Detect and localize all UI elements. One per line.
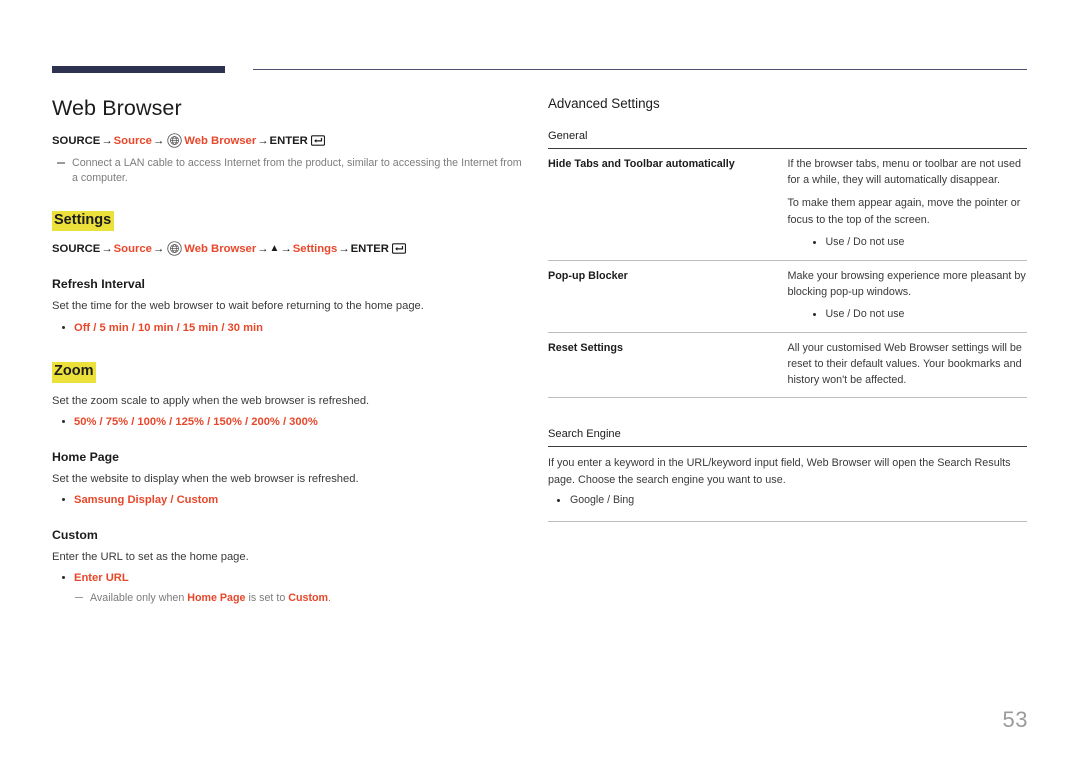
note-prefix: Available only when [90, 591, 188, 604]
table-bottom-rule [548, 397, 1027, 399]
path-source: SOURCE [52, 243, 101, 256]
path-web-browser: Web Browser [184, 135, 257, 147]
options-zoom: 50% / 75% / 100% / 125% / 150% / 200% / … [52, 414, 522, 431]
enter-key-icon [310, 135, 325, 146]
text-refresh-interval: Set the time for the web browser to wait… [52, 300, 424, 313]
path-source-red: Source [113, 243, 152, 256]
path-settings: Settings [292, 243, 338, 256]
text-custom: Enter the URL to set as the home page. [52, 550, 249, 563]
enter-key-icon [391, 243, 406, 255]
header-bar-thick [52, 66, 225, 73]
arrow-glyph: → [101, 243, 113, 256]
table-row: Hide Tabs and Toolbar automatically If t… [548, 149, 1027, 260]
row-description: All your customised Web Browser settings… [787, 331, 1027, 398]
row-name: Pop-up Blocker [548, 259, 788, 333]
option-item[interactable]: Use / Do not use [812, 307, 1028, 323]
search-engine-block: Search Engine If you enter a keyword in … [548, 428, 1027, 522]
row-description: If the browser tabs, menu or toolbar are… [788, 149, 1028, 260]
note-dash-icon [75, 596, 83, 599]
note-custom-availability: Available only when Home Page is set to … [74, 591, 522, 606]
right-column: Advanced Settings General Hide Tabs and … [548, 96, 1027, 522]
text-home-page: Set the website to display when the web … [52, 472, 359, 485]
option-item[interactable]: Google / Bing [557, 493, 1027, 509]
row-paragraph: Make your browsing experience more pleas… [787, 269, 1026, 298]
note-link-home-page: Home Page [187, 591, 246, 604]
arrow-glyph: → [280, 243, 292, 256]
options-custom: Enter URL [52, 570, 522, 587]
arrow-glyph: → [152, 243, 165, 256]
arrow-glyph: → [152, 135, 165, 147]
menu-path-settings: SOURCE→Source→ Web Browser→▲→Settings→ENT… [52, 241, 522, 258]
arrow-glyph: → [338, 243, 350, 256]
option-item[interactable]: Enter URL [62, 570, 522, 587]
option-item[interactable]: Off / 5 min / 10 min / 15 min / 30 min [62, 320, 522, 337]
arrow-glyph: → [257, 135, 269, 147]
search-bottom-rule [548, 520, 1027, 522]
row-paragraph: To make them appear again, move the poin… [787, 197, 1021, 226]
table-row: Pop-up Blocker Make your browsing experi… [548, 259, 1028, 333]
option-item[interactable]: Use / Do not use [812, 235, 1028, 251]
note-suffix: . [328, 591, 332, 604]
arrow-glyph: → [101, 135, 113, 147]
heading-advanced-settings: Advanced Settings [548, 96, 660, 111]
path-source: SOURCE [52, 135, 101, 147]
note-text: Connect a LAN cable to access Internet f… [72, 156, 522, 185]
row-paragraph: All your customised Web Browser settings… [787, 341, 1022, 387]
note-link-custom: Custom [288, 591, 329, 604]
page-number: 53 [1002, 707, 1028, 732]
header-rule-thin [253, 69, 1027, 70]
options-search-engine: Google / Bing [548, 493, 1027, 509]
zoom-heading-wrap: Zoom [52, 362, 522, 383]
options-refresh-interval: Off / 5 min / 10 min / 15 min / 30 min [52, 320, 522, 337]
text-zoom: Set the zoom scale to apply when the web… [52, 394, 370, 407]
globe-icon [167, 133, 182, 148]
note-middle: is set to [245, 591, 289, 604]
row-options: Use / Do not use [788, 235, 1028, 251]
row-name: Hide Tabs and Toolbar automatically [548, 158, 735, 170]
up-arrow-icon: ▲ [269, 243, 280, 255]
option-item[interactable]: 50% / 75% / 100% / 125% / 150% / 200% / … [62, 414, 522, 431]
row-description: Make your browsing experience more pleas… [787, 259, 1028, 333]
page-title: Web Browser [52, 96, 182, 120]
settings-heading-wrap: Settings [52, 211, 522, 232]
options-home-page: Samsung Display / Custom [52, 492, 522, 509]
path-enter: ENTER [269, 135, 308, 147]
heading-zoom: Zoom [52, 362, 97, 383]
heading-custom: Custom [52, 527, 98, 542]
path-source-red: Source [113, 135, 152, 147]
label-search-engine: Search Engine [548, 428, 621, 441]
path-web-browser: Web Browser [184, 243, 257, 256]
note-lan-cable: Connect a LAN cable to access Internet f… [56, 156, 522, 186]
text-search-engine: If you enter a keyword in the URL/keywor… [548, 457, 1011, 486]
manual-page: Web Browser SOURCE→Source→ Web Browser→EN… [0, 0, 1080, 763]
table-row: Reset Settings All your customised Web B… [548, 331, 1027, 398]
globe-icon [167, 241, 182, 257]
header-rules [52, 66, 1027, 76]
row-options: Use / Do not use [788, 307, 1028, 323]
note-dash-icon [57, 161, 65, 164]
path-enter: ENTER [350, 243, 389, 256]
left-column: Web Browser SOURCE→Source→ Web Browser→EN… [52, 96, 522, 606]
label-general: General [548, 130, 588, 142]
general-settings-table: Hide Tabs and Toolbar automatically If t… [548, 148, 1028, 399]
heading-settings: Settings [52, 211, 115, 232]
heading-refresh-interval: Refresh Interval [52, 277, 145, 292]
row-name: Reset Settings [548, 331, 788, 398]
option-item[interactable]: Samsung Display / Custom [62, 492, 522, 509]
menu-path-web-browser: SOURCE→Source→ Web Browser→ENTER [52, 133, 522, 150]
heading-home-page: Home Page [52, 449, 119, 464]
row-paragraph: If the browser tabs, menu or toolbar are… [787, 158, 1021, 187]
arrow-glyph: → [257, 243, 269, 256]
